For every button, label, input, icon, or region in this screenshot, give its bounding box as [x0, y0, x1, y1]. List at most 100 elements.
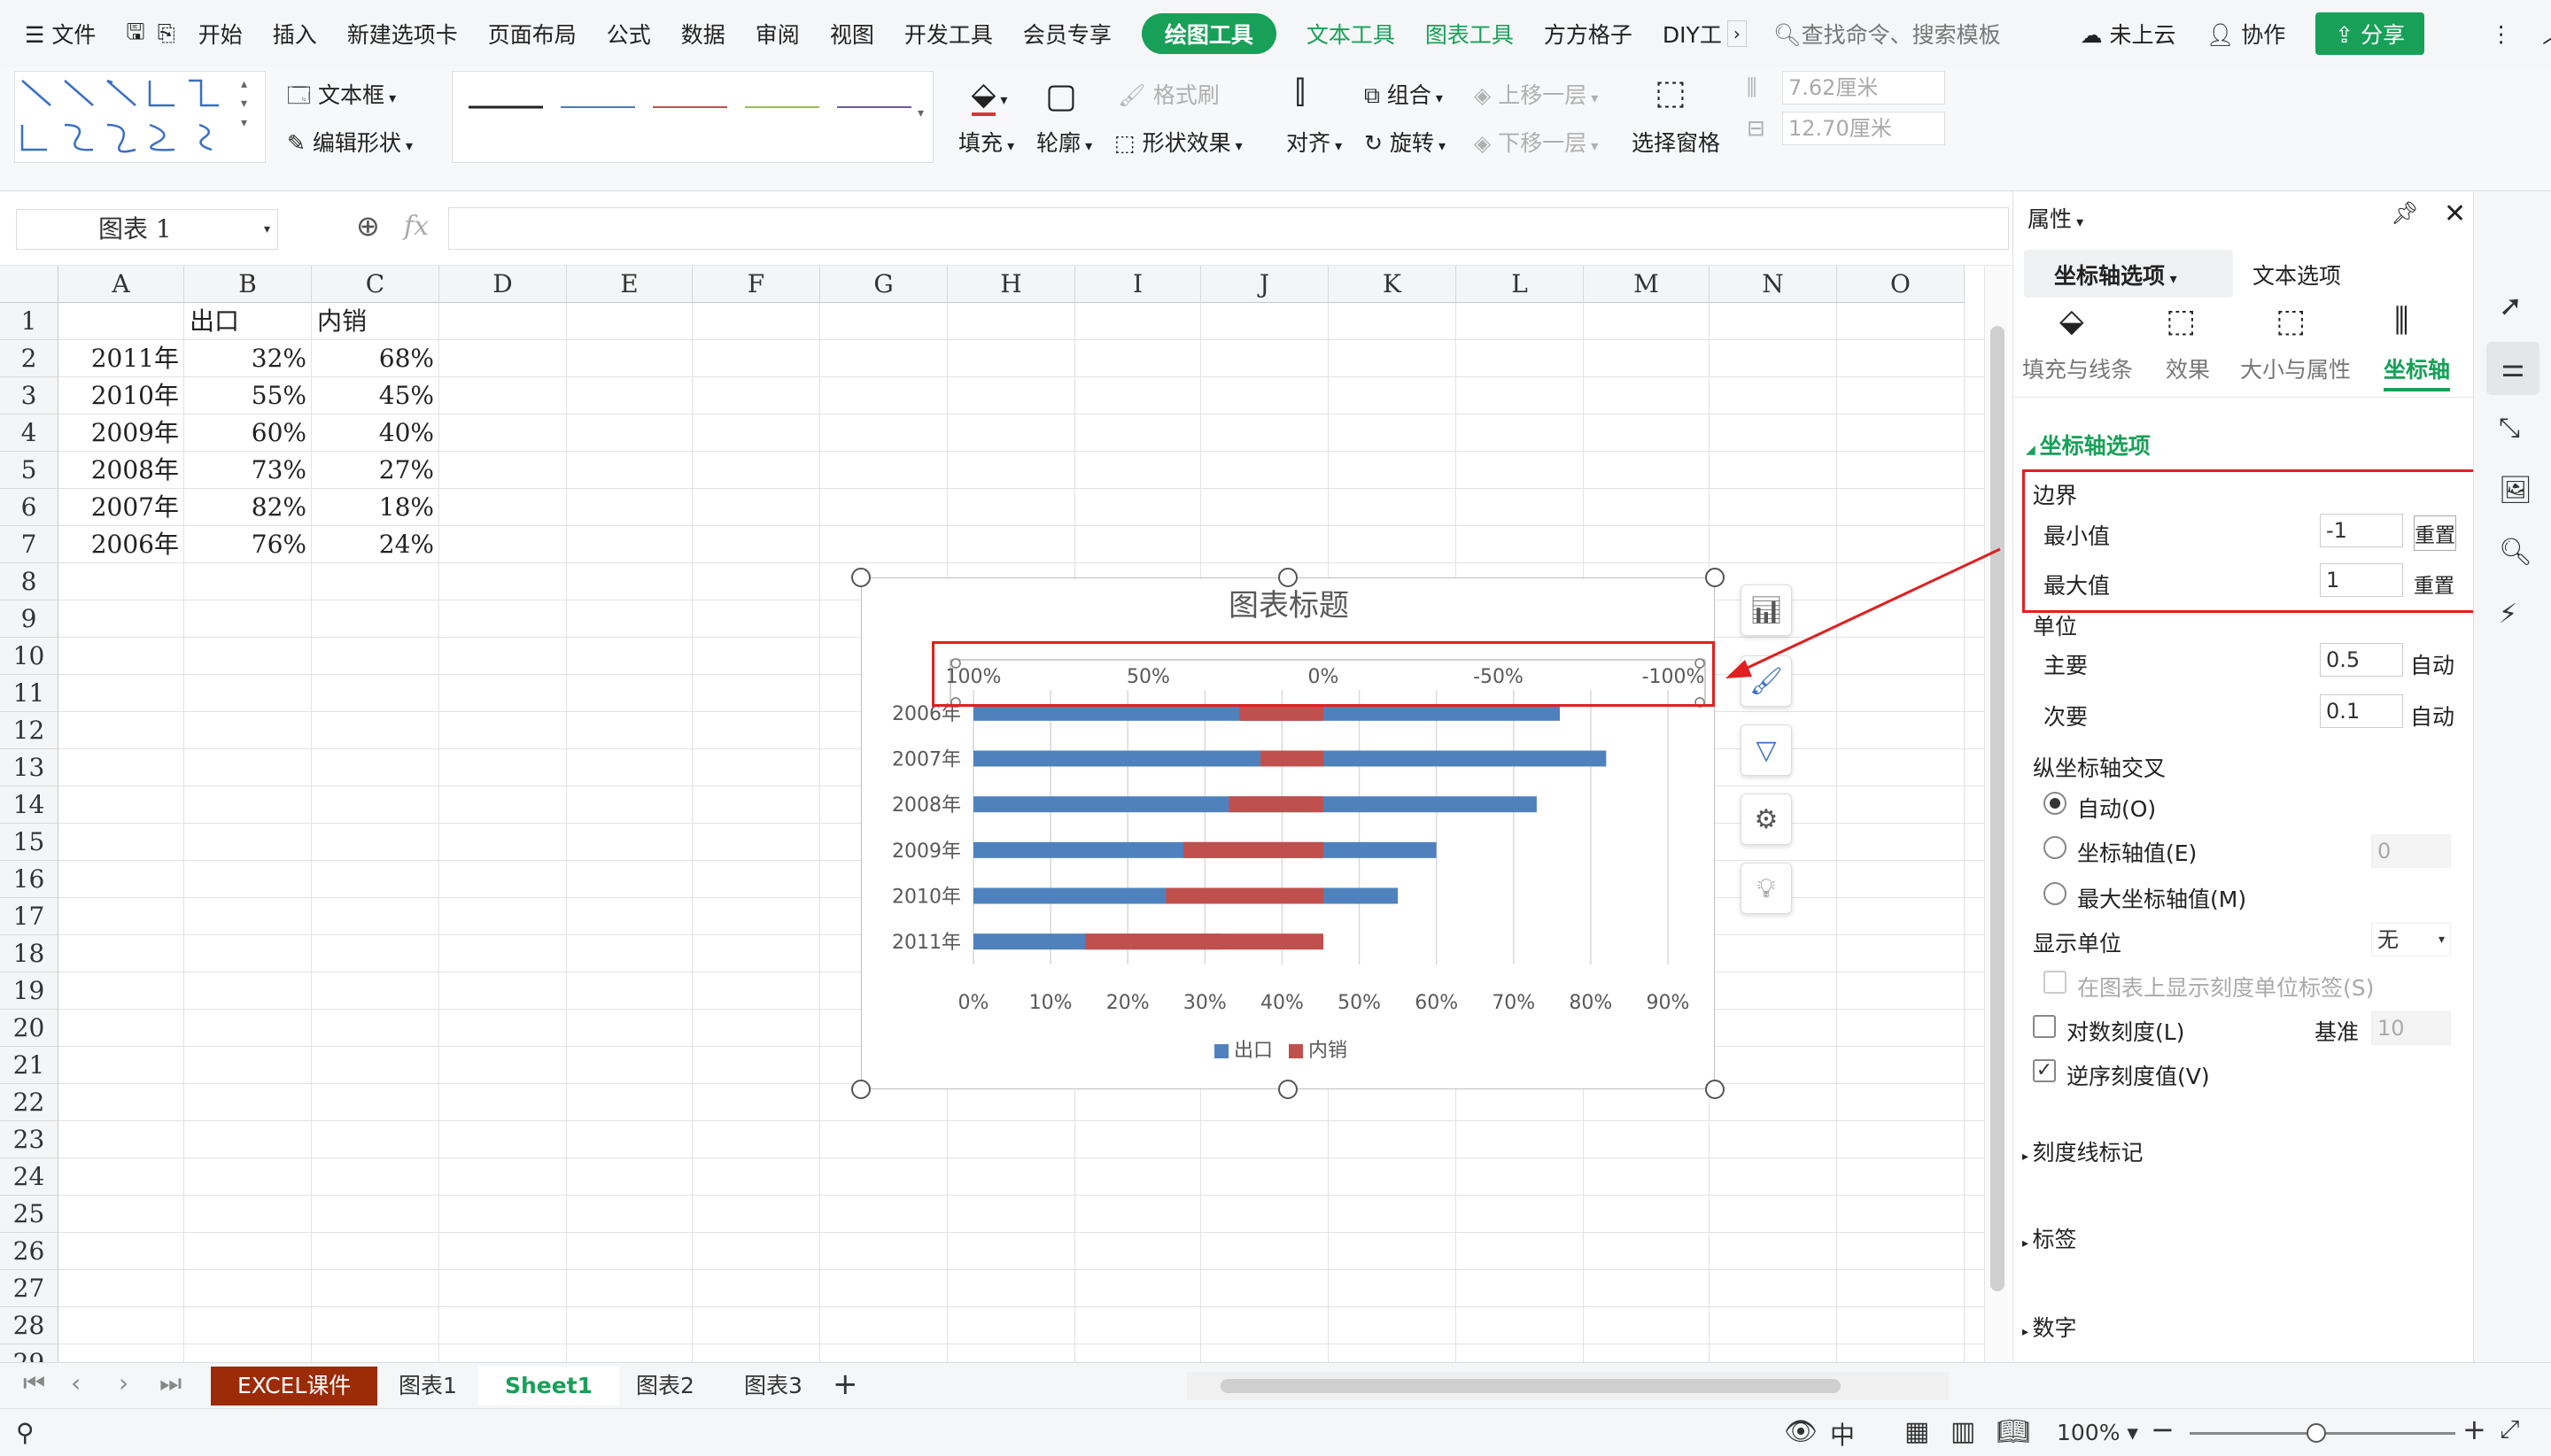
- resize-handle-tl[interactable]: [851, 568, 871, 587]
- cloud-status[interactable]: ☁ 未上云: [2081, 18, 2176, 50]
- input-method-icon[interactable]: 中: [1830, 1416, 1855, 1452]
- collapse-icon[interactable]: ︿: [2542, 18, 2551, 50]
- selection-pane-label[interactable]: 选择窗格: [1632, 126, 1720, 158]
- row-header[interactable]: 2: [0, 340, 58, 377]
- log-scale-checkbox[interactable]: [2033, 1015, 2056, 1038]
- row-header[interactable]: 8: [0, 563, 58, 600]
- column-header[interactable]: J: [1201, 266, 1329, 303]
- menu-data[interactable]: 数据: [681, 18, 725, 50]
- reverse-label[interactable]: 逆序刻度值(V): [2066, 1059, 2210, 1091]
- row-header[interactable]: 25: [0, 1196, 58, 1233]
- row-header[interactable]: 13: [0, 749, 58, 786]
- more-tabs-icon[interactable]: ›: [1726, 20, 1747, 47]
- row-header[interactable]: 24: [0, 1158, 58, 1196]
- prev-sheet-icon[interactable]: ‹: [71, 1368, 81, 1398]
- find-icon[interactable]: 🔍︎: [2499, 537, 2532, 568]
- textbox-button[interactable]: 🗔 文本框: [287, 78, 396, 117]
- resize-handle-bl[interactable]: [851, 1080, 871, 1099]
- table-cell[interactable]: 32%: [184, 340, 312, 377]
- row-header[interactable]: 29: [0, 1344, 58, 1362]
- fill-line-icon[interactable]: ⬙: [2059, 303, 2084, 339]
- table-cell[interactable]: 2008年: [58, 452, 184, 489]
- height-input[interactable]: 7.62厘米: [1782, 71, 1945, 105]
- menu-review[interactable]: 审阅: [756, 18, 800, 50]
- row-header[interactable]: 22: [0, 1084, 58, 1121]
- page-view-icon[interactable]: ▥: [1950, 1416, 1975, 1447]
- menu-view[interactable]: 视图: [830, 18, 874, 50]
- max-input[interactable]: 1: [2320, 563, 2403, 597]
- row-header[interactable]: 4: [0, 414, 58, 452]
- horizontal-scrollbar[interactable]: [1187, 1372, 1949, 1400]
- sheet-tab-chart3[interactable]: 图表3: [717, 1367, 829, 1406]
- max-reset-button[interactable]: 重置: [2414, 569, 2454, 599]
- menu-ffgz[interactable]: 方方格子: [1544, 18, 1632, 50]
- line-gallery-more[interactable]: ▾: [918, 106, 924, 120]
- row-header[interactable]: 15: [0, 824, 58, 861]
- table-cell[interactable]: 68%: [312, 340, 439, 377]
- cross-auto-radio[interactable]: [2043, 792, 2066, 815]
- effect-icon[interactable]: ⬚: [2166, 303, 2196, 339]
- reverse-checkbox[interactable]: ✓: [2033, 1059, 2056, 1082]
- macro-icon[interactable]: ⚲: [16, 1418, 35, 1447]
- menu-developer[interactable]: 开发工具: [904, 18, 993, 50]
- chart-settings-button[interactable]: ⚙: [1741, 794, 1792, 845]
- table-cell[interactable]: 2010年: [58, 377, 184, 414]
- rotate-button[interactable]: ↻ 旋转: [1364, 126, 1446, 158]
- gallery-scroll[interactable]: ▴ ▾ ▾: [241, 74, 247, 133]
- row-header[interactable]: 10: [0, 638, 58, 675]
- formula-input[interactable]: [448, 207, 2009, 250]
- menu-insert[interactable]: 插入: [273, 18, 317, 50]
- column-header[interactable]: K: [1329, 266, 1456, 303]
- sheet-tab-excel[interactable]: EXCEL课件: [211, 1367, 378, 1406]
- column-header[interactable]: E: [567, 266, 693, 303]
- outline-icon[interactable]: ▢: [1045, 76, 1077, 115]
- row-header[interactable]: 18: [0, 935, 58, 972]
- row-header[interactable]: 1: [0, 303, 58, 340]
- row-header[interactable]: 11: [0, 675, 58, 712]
- image-icon[interactable]: 🖼︎: [2499, 475, 2532, 506]
- table-cell[interactable]: 24%: [312, 526, 439, 563]
- row-header[interactable]: 19: [0, 972, 58, 1010]
- resize-handle-tm[interactable]: [1278, 568, 1298, 587]
- column-header[interactable]: B: [184, 266, 312, 303]
- lightning-icon[interactable]: ⚡︎: [2499, 599, 2517, 630]
- file-menu[interactable]: ☰ 文件: [25, 18, 96, 50]
- cross-max-radio[interactable]: [2043, 882, 2066, 905]
- row-header[interactable]: 17: [0, 898, 58, 935]
- column-header[interactable]: D: [439, 266, 567, 303]
- cross-value-label[interactable]: 坐标轴值(E): [2077, 836, 2197, 868]
- subtab-fill-line[interactable]: 填充与线条: [2022, 352, 2133, 384]
- outline-label[interactable]: 轮廓: [1036, 126, 1092, 158]
- edit-shape-button[interactable]: ✎ 编辑形状: [287, 126, 413, 158]
- tab-text-tools[interactable]: 文本工具: [1307, 18, 1395, 50]
- row-header[interactable]: 12: [0, 712, 58, 749]
- row-header[interactable]: 27: [0, 1270, 58, 1307]
- close-icon[interactable]: ✕: [2444, 198, 2466, 229]
- tab-drawing-tools[interactable]: 绘图工具: [1141, 13, 1276, 54]
- fill-label[interactable]: 填充: [958, 126, 1014, 158]
- fx-icon[interactable]: fx: [404, 211, 429, 242]
- display-unit-select[interactable]: 无 ▾: [2371, 923, 2451, 956]
- table-cell[interactable]: 2006年: [58, 526, 184, 563]
- selection-pane-icon[interactable]: ⬚: [1655, 73, 1686, 112]
- fill-button[interactable]: ⬙: [958, 76, 1020, 116]
- column-header[interactable]: L: [1456, 266, 1584, 303]
- row-header[interactable]: 28: [0, 1307, 58, 1344]
- column-header[interactable]: H: [948, 266, 1075, 303]
- width-input[interactable]: 12.70厘米: [1782, 112, 1945, 145]
- minor-input[interactable]: 0.1: [2320, 694, 2403, 728]
- align-icon[interactable]: ⫿: [1295, 74, 1306, 112]
- menu-member[interactable]: 会员专享: [1023, 18, 1112, 50]
- menu-page-layout[interactable]: 页面布局: [488, 18, 577, 50]
- axis-icon[interactable]: ⫼: [2394, 303, 2409, 340]
- size-icon[interactable]: ⬚: [2276, 303, 2306, 339]
- shape-effect-button[interactable]: ⬚ 形状效果: [1114, 126, 1243, 158]
- row-header[interactable]: 20: [0, 1010, 58, 1047]
- menu-formula[interactable]: 公式: [607, 18, 651, 50]
- column-header[interactable]: G: [820, 266, 948, 303]
- row-header[interactable]: 5: [0, 452, 58, 489]
- name-box[interactable]: 图表 1 ▾: [16, 209, 278, 250]
- table-cell[interactable]: 2007年: [58, 489, 184, 526]
- add-sheet-icon[interactable]: +: [833, 1367, 858, 1402]
- section-labels[interactable]: ▸ 标签: [2022, 1222, 2077, 1254]
